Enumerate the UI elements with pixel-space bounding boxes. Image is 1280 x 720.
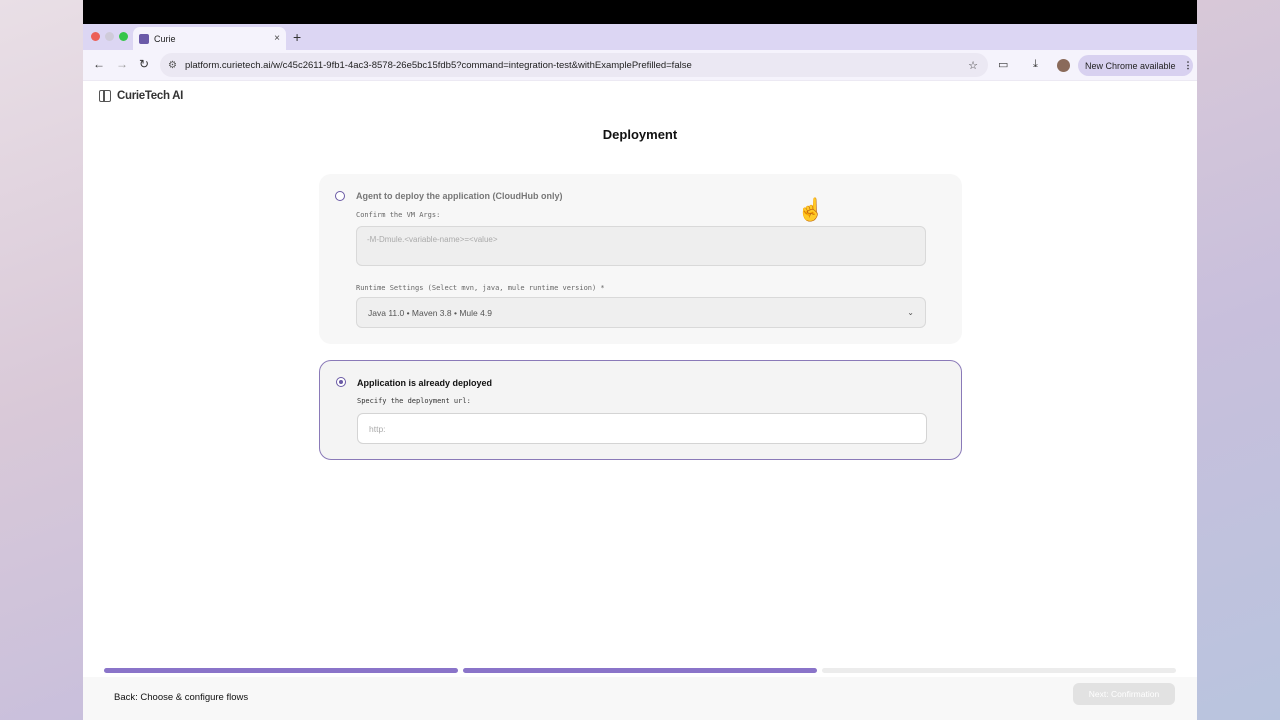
footer: Back: Choose & configure flows Next: Con… — [83, 677, 1197, 720]
already-deployed-label: Application is already deployed — [357, 378, 493, 388]
forward-arrow-icon[interactable]: → — [116, 57, 128, 71]
profile-avatar[interactable] — [1057, 59, 1070, 72]
update-label: New Chrome available — [1085, 60, 1176, 71]
vm-args-label: Confirm the VM Args: — [356, 211, 441, 219]
runtime-settings-label: Runtime Settings (Select mvn, java, mule… — [356, 284, 605, 292]
favicon-icon — [139, 33, 149, 44]
vm-args-textarea[interactable]: -M-Dmule.<variable-name>=<value> — [356, 226, 926, 266]
close-window-button[interactable] — [91, 32, 100, 41]
next-button[interactable]: Next: Confirmation — [1073, 683, 1175, 705]
page-title: Deployment — [602, 127, 678, 142]
runtime-settings-value: Java 11.0 • Maven 3.8 • Mule 4.9 — [368, 307, 492, 318]
browser-toolbar: ← → ↻ ⚙ platform.curietech.ai/w/c45c2611… — [83, 50, 1197, 81]
page-content: CurieTech AI Deployment Agent to deploy … — [83, 81, 1197, 720]
cast-icon[interactable]: ▭ — [998, 58, 1008, 71]
tune-icon[interactable]: ⚙ — [168, 60, 177, 71]
deployment-url-input[interactable]: http: — [357, 413, 927, 444]
tab-strip: Curie × + — [83, 24, 1197, 50]
agent-deploy-label: Agent to deploy the application (CloudHu… — [356, 191, 563, 201]
step-progress — [104, 668, 1176, 673]
agent-deploy-option-card[interactable]: Agent to deploy the application (CloudHu… — [319, 174, 962, 344]
already-deployed-option-card[interactable]: Application is already deployed Specify … — [319, 360, 962, 460]
back-button[interactable]: Back: Choose & configure flows — [114, 692, 248, 703]
brand-name: CurieTech AI — [117, 90, 184, 102]
brand: CurieTech AI — [99, 90, 183, 102]
hand-cursor-icon: ☝ — [797, 197, 825, 222]
back-arrow-icon[interactable]: ← — [93, 57, 105, 71]
panel-icon[interactable] — [99, 90, 111, 102]
window-controls — [91, 32, 128, 41]
system-top-bar — [83, 0, 1197, 24]
minimize-window-button[interactable] — [105, 32, 114, 41]
address-bar[interactable]: ⚙ platform.curietech.ai/w/c45c2611-9fb1-… — [160, 53, 988, 77]
maximize-window-button[interactable] — [119, 32, 128, 41]
progress-step-2 — [463, 668, 817, 673]
chevron-down-icon: ⌄ — [907, 308, 914, 317]
new-chrome-available-button[interactable]: New Chrome available ⋮ — [1078, 55, 1193, 76]
progress-step-3 — [822, 668, 1176, 673]
new-tab-button[interactable]: + — [293, 29, 301, 45]
runtime-settings-select[interactable]: Java 11.0 • Maven 3.8 • Mule 4.9 ⌄ — [356, 297, 926, 328]
tab-close-icon[interactable]: × — [274, 33, 280, 44]
tab-title: Curie — [154, 33, 176, 44]
star-icon[interactable]: ☆ — [968, 59, 978, 72]
more-icon[interactable]: ⋮ — [1184, 60, 1193, 71]
progress-step-1 — [104, 668, 458, 673]
deployment-url-label: Specify the deployment url: — [357, 397, 471, 405]
agent-deploy-radio[interactable] — [335, 191, 345, 201]
reload-icon[interactable]: ↻ — [139, 57, 149, 71]
browser-window: Curie × + ← → ↻ ⚙ platform.curietech.ai/… — [83, 24, 1197, 720]
browser-tab[interactable]: Curie × — [133, 27, 286, 50]
already-deployed-radio[interactable] — [336, 377, 346, 387]
url-text[interactable]: platform.curietech.ai/w/c45c2611-9fb1-4a… — [185, 60, 968, 71]
download-icon[interactable]: ⤓ — [1033, 58, 1038, 71]
